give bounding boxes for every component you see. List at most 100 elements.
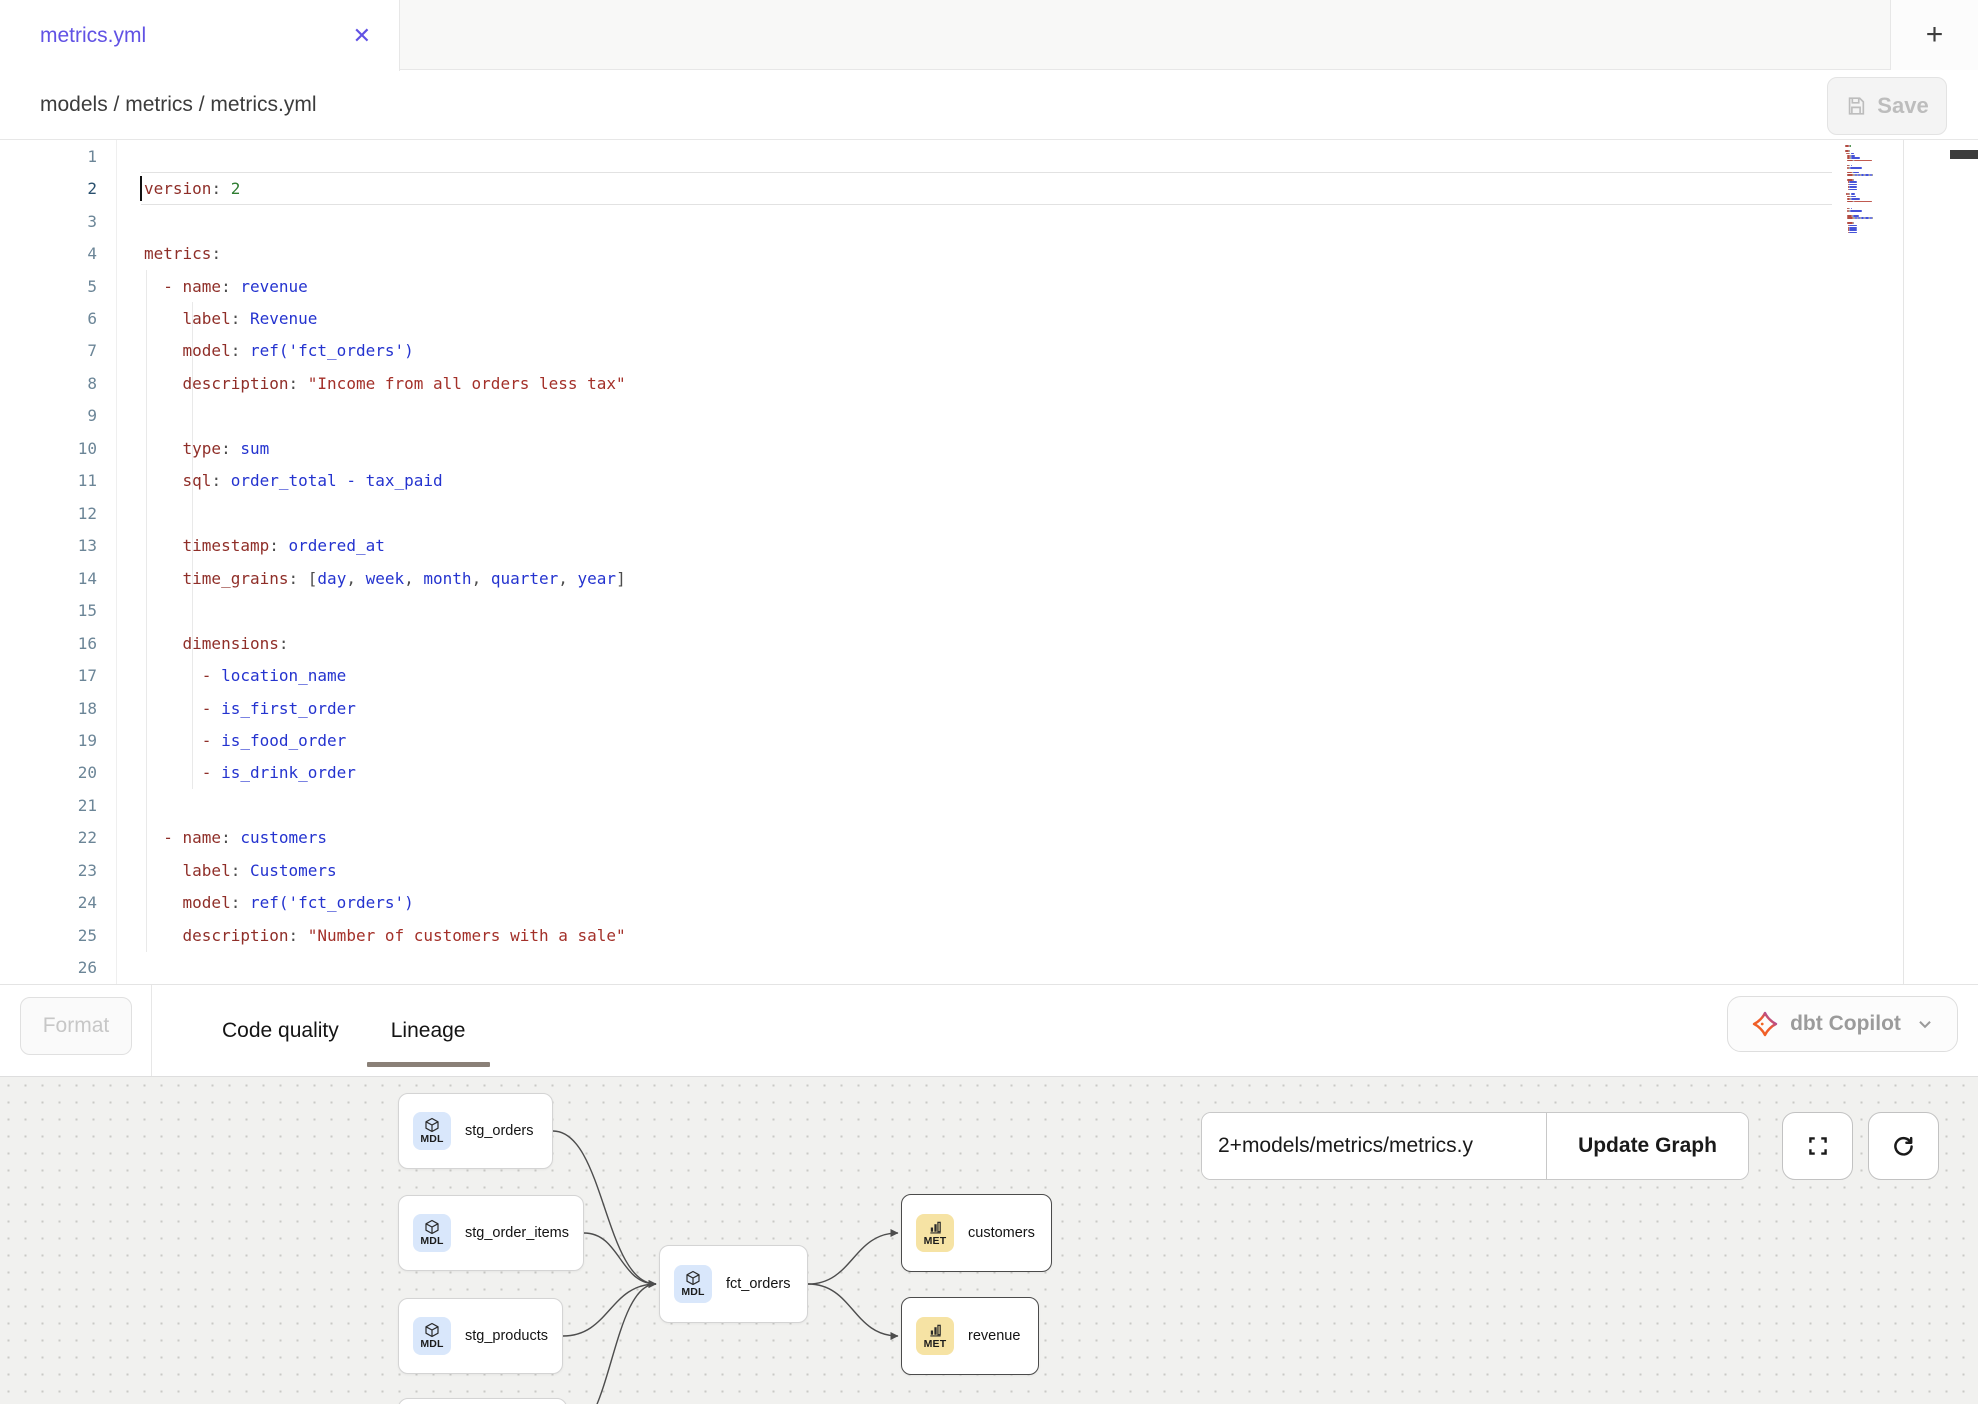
lineage-node-stg_order_items[interactable]: MDL stg_order_items xyxy=(398,1195,584,1271)
code-token: : xyxy=(269,536,279,555)
code-token xyxy=(144,828,163,847)
graph-selector-input[interactable] xyxy=(1202,1113,1546,1179)
lineage-node-revenue[interactable]: METrevenue xyxy=(901,1297,1039,1375)
plus-icon[interactable]: + xyxy=(1926,20,1944,50)
lineage-node-partial_model[interactable]: MDL xyxy=(398,1398,567,1404)
dbt-copilot-button[interactable]: dbt Copilot xyxy=(1727,996,1958,1052)
code-token xyxy=(221,179,231,198)
metric-icon: MET xyxy=(916,1214,954,1252)
line-number: 26 xyxy=(0,952,97,984)
update-graph-button[interactable]: Update Graph xyxy=(1546,1113,1748,1179)
code-line: version: 2 xyxy=(144,172,240,204)
node-label: customers xyxy=(968,1225,1035,1241)
code-token xyxy=(144,763,202,782)
tab-lineage[interactable]: Lineage xyxy=(365,985,492,1076)
minimap-mark xyxy=(1872,174,1873,176)
gutter-divider xyxy=(116,140,117,984)
code-token xyxy=(298,374,308,393)
minimap-mark xyxy=(1872,217,1873,219)
format-button[interactable]: Format xyxy=(20,997,132,1055)
minimap-mark xyxy=(1849,189,1857,191)
code-token: : xyxy=(289,569,299,588)
code-line: - is_drink_order xyxy=(144,757,356,789)
save-button[interactable]: Save xyxy=(1827,77,1947,135)
minimap-mark xyxy=(1849,232,1857,234)
code-token: , xyxy=(472,569,491,588)
node-label: stg_order_items xyxy=(465,1225,569,1241)
code-token xyxy=(144,439,183,458)
refresh-button[interactable] xyxy=(1868,1112,1939,1180)
line-number: 5 xyxy=(0,270,97,302)
model-cube-icon: MDL xyxy=(674,1265,712,1303)
code-editor[interactable]: 12version: 234metrics:5 - name: revenue6… xyxy=(0,140,1978,984)
code-line: description: "Income from all orders les… xyxy=(144,367,626,399)
minimap-mark xyxy=(1849,181,1856,183)
lineage-node-customers[interactable]: MET customers xyxy=(901,1194,1052,1272)
minimap-mark xyxy=(1847,222,1853,224)
code-token: : xyxy=(231,309,241,328)
scrollbar-thumb[interactable] xyxy=(1950,150,1978,159)
scrollbar-track xyxy=(1903,140,1904,984)
code-token: dimensions xyxy=(183,634,279,653)
refresh-icon xyxy=(1890,1133,1917,1160)
code-token: timestamp xyxy=(183,536,270,555)
code-token xyxy=(144,893,183,912)
line-number: 9 xyxy=(0,400,97,432)
code-token: - xyxy=(202,763,221,782)
code-token xyxy=(144,731,202,750)
code-token: name xyxy=(183,828,222,847)
line-number: 15 xyxy=(0,594,97,626)
ide-window: metrics.yml ✕ + models / metrics / metri… xyxy=(0,0,1978,1404)
code-token xyxy=(298,926,308,945)
node-badge: MDL xyxy=(420,1236,443,1247)
minimap-mark xyxy=(1849,229,1856,231)
code-token: : xyxy=(231,861,241,880)
lineage-panel[interactable]: MDLstg_orders MDL stg_order_items MDLstg_pr… xyxy=(0,1077,1978,1404)
line-number: 6 xyxy=(0,302,97,334)
code-token: version xyxy=(144,179,211,198)
line-number: 1 xyxy=(0,140,97,172)
line-number: 2 xyxy=(0,172,97,204)
line-number: 25 xyxy=(0,919,97,951)
code-token: , xyxy=(346,569,365,588)
code-token: description xyxy=(183,926,289,945)
code-token: : xyxy=(279,634,289,653)
code-token: ] xyxy=(616,569,626,588)
line-number: 12 xyxy=(0,497,97,529)
save-icon xyxy=(1845,95,1867,117)
code-token: [ xyxy=(308,569,318,588)
tab-code-quality[interactable]: Code quality xyxy=(196,985,365,1076)
code-token xyxy=(231,439,241,458)
line-number: 18 xyxy=(0,692,97,724)
model-cube-icon: MDL xyxy=(413,1214,451,1252)
breadcrumb-row: models / metrics / metrics.yml Save xyxy=(0,70,1978,140)
code-token: : xyxy=(231,341,241,360)
lineage-node-fct_orders[interactable]: MDLfct_orders xyxy=(659,1245,808,1323)
node-label: revenue xyxy=(968,1328,1020,1344)
code-line: dimensions: xyxy=(144,627,289,659)
lineage-node-stg_orders[interactable]: MDLstg_orders xyxy=(398,1093,553,1169)
code-token: type xyxy=(183,439,222,458)
code-token: is_first_order xyxy=(221,699,356,718)
code-line: metrics: xyxy=(144,237,221,269)
code-line: - is_food_order xyxy=(144,724,346,756)
code-line: label: Revenue xyxy=(144,302,317,334)
lineage-edge-partial_model-to-fct_orders xyxy=(567,1284,656,1404)
tab-metrics-yml[interactable]: metrics.yml ✕ xyxy=(0,0,400,71)
code-line: type: sum xyxy=(144,432,269,464)
minimap[interactable] xyxy=(1845,143,1901,403)
line-number: 23 xyxy=(0,854,97,886)
close-icon[interactable]: ✕ xyxy=(353,25,371,47)
minimap-mark xyxy=(1849,150,1850,152)
panel-tabs: Code quality Lineage xyxy=(196,985,492,1076)
code-token: , xyxy=(558,569,577,588)
code-line: model: ref('fct_orders') xyxy=(144,887,414,919)
code-token: time_grains xyxy=(183,569,289,588)
fullscreen-button[interactable] xyxy=(1782,1112,1853,1180)
minimap-mark xyxy=(1850,167,1862,169)
code-token xyxy=(144,277,163,296)
code-line: time_grains: [day, week, month, quarter,… xyxy=(144,562,626,594)
lineage-node-stg_products[interactable]: MDLstg_products xyxy=(398,1298,563,1374)
code-token: : xyxy=(211,244,221,263)
code-token xyxy=(144,926,183,945)
